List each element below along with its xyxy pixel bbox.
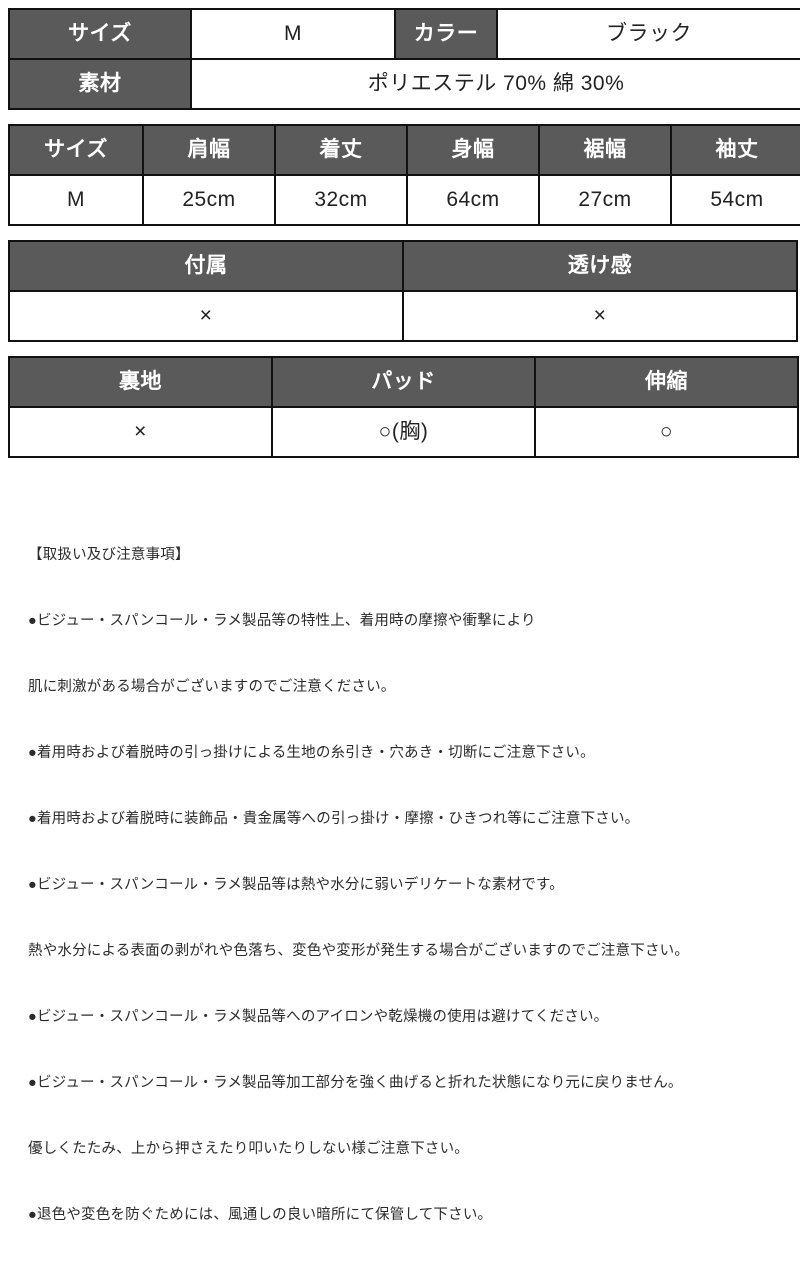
measurement-value-size: M (8, 174, 144, 226)
material-value: ポリエステル 70% 綿 30% (190, 58, 800, 110)
attribute-header-lining: 裏地 (8, 356, 273, 408)
measurement-header-hem: 裾幅 (538, 124, 672, 176)
table-header-row: 付属 透け感 (8, 240, 798, 292)
care-note-line: ●退色や変色を防ぐためには、風通しの良い暗所にて保管して下さい。 (28, 1207, 493, 1223)
color-label: カラー (394, 8, 498, 60)
care-note-line: 熱や水分による表面の剥がれや色落ち、変色や変形が発生する場合がございますのでご注… (28, 943, 690, 959)
care-notes: 【取扱い及び注意事項】 ●ビジュー・スパンコール・ラメ製品等の特性上、着用時の摩… (28, 500, 792, 1270)
material-label: 素材 (8, 58, 192, 110)
attribute-value-accessory: × (8, 290, 404, 342)
care-note-line: ●ビジュー・スパンコール・ラメ製品等の特性上、着用時の摩擦や衝撃により (28, 613, 536, 629)
attribute-header-stretch: 伸縮 (534, 356, 799, 408)
table-header-row: 裏地 パッド 伸縮 (8, 356, 799, 408)
attribute-value-lining: × (8, 406, 273, 458)
care-notes-title: 【取扱い及び注意事項】 (28, 547, 190, 563)
attribute-header-pad: パッド (271, 356, 536, 408)
care-note-line: ●着用時および着脱時の引っ掛けによる生地の糸引き・穴あき・切断にご注意下さい。 (28, 745, 595, 761)
table-row: 素材 ポリエステル 70% 綿 30% (8, 58, 800, 110)
basic-spec-table: サイズ M カラー ブラック 素材 ポリエステル 70% 綿 30% (8, 8, 800, 110)
attribute-table-group-2: 裏地 パッド 伸縮 × ○(胸) ○ (8, 356, 799, 458)
measurement-value-shoulder: 25cm (142, 174, 276, 226)
color-value: ブラック (496, 8, 800, 60)
measurement-header-size: サイズ (8, 124, 144, 176)
attribute-header-accessory: 付属 (8, 240, 404, 292)
size-label: サイズ (8, 8, 192, 60)
care-note-line: 肌に刺激がある場合がございますのでご注意ください。 (28, 679, 396, 695)
measurement-value-sleeve: 54cm (670, 174, 800, 226)
table-row: M 25cm 32cm 64cm 27cm 54cm (8, 174, 800, 226)
size-value: M (190, 8, 396, 60)
care-note-line: ●ビジュー・スパンコール・ラメ製品等へのアイロンや乾燥機の使用は避けてください。 (28, 1009, 609, 1025)
attribute-value-sheerness: × (402, 290, 798, 342)
measurement-value-hem: 27cm (538, 174, 672, 226)
measurement-header-length: 着丈 (274, 124, 408, 176)
measurement-header-sleeve: 袖丈 (670, 124, 800, 176)
care-note-line: ●着用時および着脱時に装飾品・貴金属等への引っ掛け・摩擦・ひきつれ等にご注意下さ… (28, 811, 640, 827)
spec-sheet: サイズ M カラー ブラック 素材 ポリエステル 70% 綿 30% サイズ 肩… (0, 0, 800, 1223)
table-row: サイズ M カラー ブラック (8, 8, 800, 60)
care-note-line: ●ビジュー・スパンコール・ラメ製品等加工部分を強く曲げると折れた状態になり元に戻… (28, 1075, 683, 1091)
care-note-line: ●ビジュー・スパンコール・ラメ製品等は熱や水分に弱いデリケートな素材です。 (28, 877, 564, 893)
attribute-header-sheerness: 透け感 (402, 240, 798, 292)
table-row: × × (8, 290, 798, 342)
attribute-value-pad: ○(胸) (271, 406, 536, 458)
measurement-value-length: 32cm (274, 174, 408, 226)
measurement-header-bust: 身幅 (406, 124, 540, 176)
table-header-row: サイズ 肩幅 着丈 身幅 裾幅 袖丈 (8, 124, 800, 176)
measurement-table: サイズ 肩幅 着丈 身幅 裾幅 袖丈 M 25cm 32cm 64cm 27cm… (8, 124, 800, 226)
attribute-value-stretch: ○ (534, 406, 799, 458)
care-note-line: 優しくたたみ、上から押さえたり叩いたりしない様ご注意下さい。 (28, 1141, 469, 1157)
table-row: × ○(胸) ○ (8, 406, 799, 458)
measurement-value-bust: 64cm (406, 174, 540, 226)
measurement-header-shoulder: 肩幅 (142, 124, 276, 176)
attribute-table-group-1: 付属 透け感 × × (8, 240, 798, 342)
